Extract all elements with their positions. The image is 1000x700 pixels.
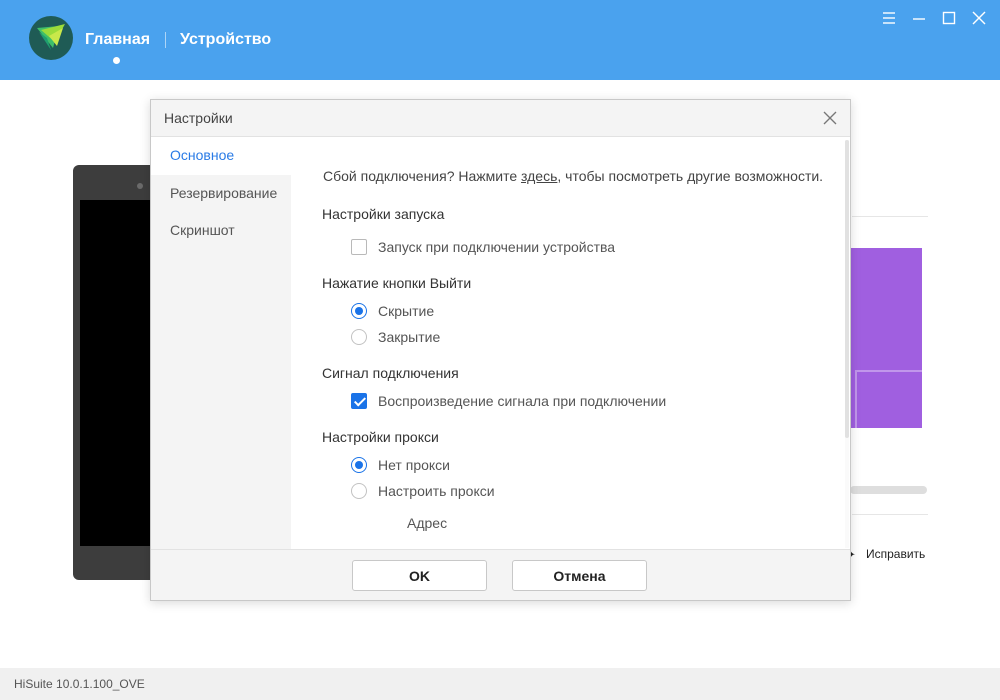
divider [852,216,928,217]
startup-option-label: Запуск при подключении устройства [378,239,616,255]
hint-text: Сбой подключения? Нажмите [323,168,522,184]
storage-card [850,248,922,428]
version-label: HiSuite 10.0.1.100_OVE [14,677,145,691]
address-label: Адрес [407,515,448,531]
dialog-header: Настройки [151,100,850,137]
settings-dialog: Настройки Основное Резервирование Скринш… [150,99,851,601]
hint-text: , чтобы посмотреть другие возможности. [557,168,824,184]
close-radio[interactable] [351,329,367,345]
startup-heading: Настройки запуска [322,206,445,222]
dialog-footer: OK Отмена [151,549,850,600]
sidebar-item-general[interactable]: Основное [151,137,291,175]
nav-active-indicator [113,57,120,64]
hint-link[interactable]: здесь [521,168,557,184]
close-label: Закрытие [378,329,441,345]
settings-content: Сбой подключения? Нажмите здесь, чтобы п… [291,137,850,549]
sidebar-item-screenshot[interactable]: Скриншот [151,212,291,250]
scrollbar-thumb[interactable] [845,140,849,438]
menu-icon[interactable] [881,10,897,26]
title-bar: Главная Устройство [0,0,1000,80]
connection-hint: Сбой подключения? Нажмите здесь, чтобы п… [323,168,823,184]
custom-proxy-label: Настроить прокси [378,483,495,499]
signal-heading: Сигнал подключения [322,365,459,381]
close-icon[interactable] [821,109,839,127]
storage-progress-bar [850,486,927,494]
exit-heading: Нажатие кнопки Выйти [322,275,472,291]
status-bar: HiSuite 10.0.1.100_OVE [0,668,1000,700]
hide-radio[interactable] [351,303,367,319]
custom-proxy-radio[interactable] [351,483,367,499]
sidebar-item-backup[interactable]: Резервирование [151,175,291,213]
no-proxy-label: Нет прокси [378,457,450,473]
close-window-icon[interactable] [971,10,987,26]
nav-divider [165,32,166,48]
hisuite-logo [29,16,73,60]
no-proxy-radio[interactable] [351,457,367,473]
device-screen [80,200,158,546]
minimize-icon[interactable] [911,10,927,26]
nav-home[interactable]: Главная [85,31,150,49]
hide-label: Скрытие [378,303,435,319]
signal-checkbox[interactable] [351,393,367,409]
proxy-heading: Настройки прокси [322,429,439,445]
divider [852,514,928,515]
ok-button[interactable]: OK [352,560,487,591]
nav-device[interactable]: Устройство [180,31,271,49]
cancel-button[interactable]: Отмена [512,560,647,591]
signal-option-label: Воспроизведение сигнала при подключении [378,393,667,409]
maximize-icon[interactable] [941,10,957,26]
settings-sidebar: Основное Резервирование Скриншот [151,137,291,549]
fix-link[interactable]: Исправить [866,547,925,561]
dialog-title: Настройки [164,110,233,126]
device-camera [137,183,143,189]
startup-checkbox[interactable] [351,239,367,255]
